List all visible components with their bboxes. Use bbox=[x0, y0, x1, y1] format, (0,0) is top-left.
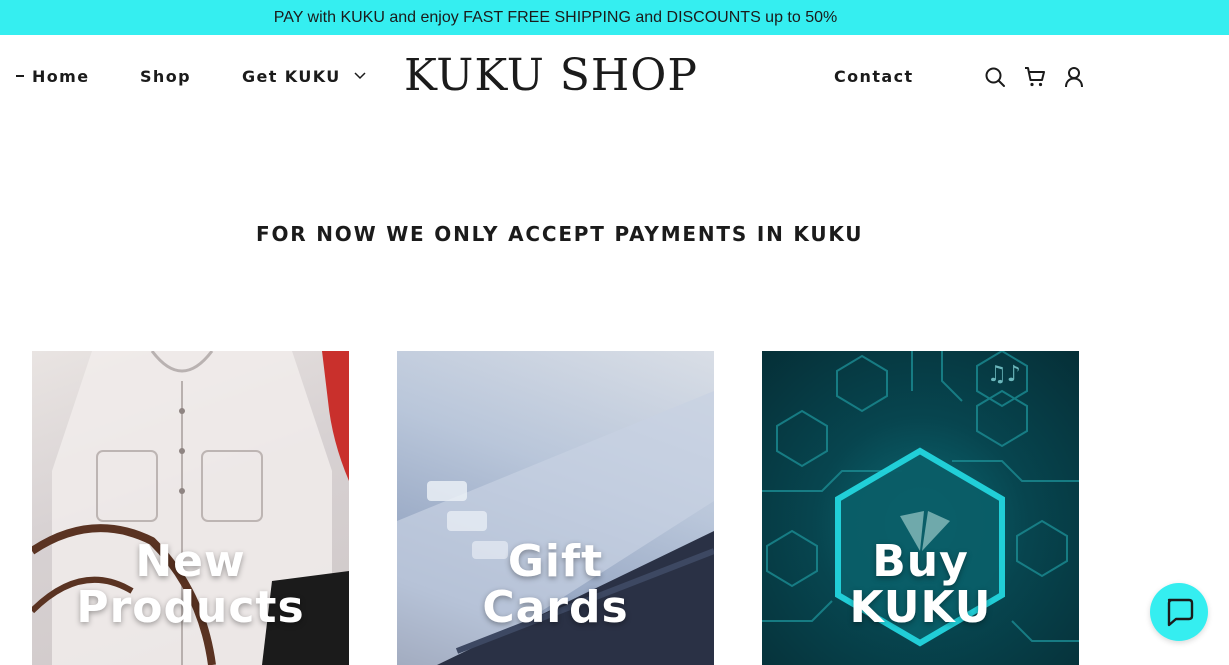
card-label-line2: Cards bbox=[482, 582, 629, 633]
card-label-line1: Buy bbox=[872, 536, 969, 587]
announcement-bar: PAY with KUKU and enjoy FAST FREE SHIPPI… bbox=[0, 0, 1229, 35]
cart-icon[interactable] bbox=[1024, 66, 1046, 88]
chat-button[interactable] bbox=[1150, 583, 1208, 641]
nav-contact[interactable]: Contact bbox=[834, 66, 914, 88]
card-new-products[interactable]: New Products bbox=[32, 351, 349, 665]
user-icon[interactable] bbox=[1063, 66, 1085, 88]
nav-get-kuku[interactable]: Get KUKU bbox=[242, 66, 366, 88]
card-label: Gift Cards bbox=[397, 539, 714, 631]
card-label: Buy KUKU bbox=[762, 539, 1079, 631]
nav-contact-label: Contact bbox=[834, 67, 914, 86]
card-label-line1: New bbox=[135, 536, 246, 587]
card-label-line1: Gift bbox=[507, 536, 604, 587]
nav-home[interactable]: Home bbox=[16, 66, 90, 88]
nav-shop[interactable]: Shop bbox=[140, 66, 191, 88]
nav-get-kuku-label: Get KUKU bbox=[242, 67, 341, 86]
nav-home-label: Home bbox=[32, 67, 90, 86]
svg-text:♫♪: ♫♪ bbox=[987, 362, 1021, 387]
card-label: New Products bbox=[32, 539, 349, 631]
search-icon[interactable] bbox=[984, 66, 1006, 88]
card-gift-cards[interactable]: Gift Cards bbox=[397, 351, 714, 665]
site-logo[interactable]: KUKU SHOP bbox=[404, 50, 698, 102]
nav-shop-label: Shop bbox=[140, 67, 191, 86]
announcement-text: PAY with KUKU and enjoy FAST FREE SHIPPI… bbox=[273, 8, 838, 26]
active-indicator bbox=[16, 75, 24, 77]
card-buy-kuku[interactable]: ♫♪ Buy KUKU bbox=[762, 351, 1079, 665]
chevron-down-icon bbox=[354, 72, 366, 80]
chat-bubble-icon bbox=[1167, 598, 1194, 627]
card-label-line2: KUKU bbox=[849, 582, 992, 633]
card-label-line2: Products bbox=[76, 582, 305, 633]
section-title: FOR NOW WE ONLY ACCEPT PAYMENTS IN KUKU bbox=[256, 222, 864, 246]
